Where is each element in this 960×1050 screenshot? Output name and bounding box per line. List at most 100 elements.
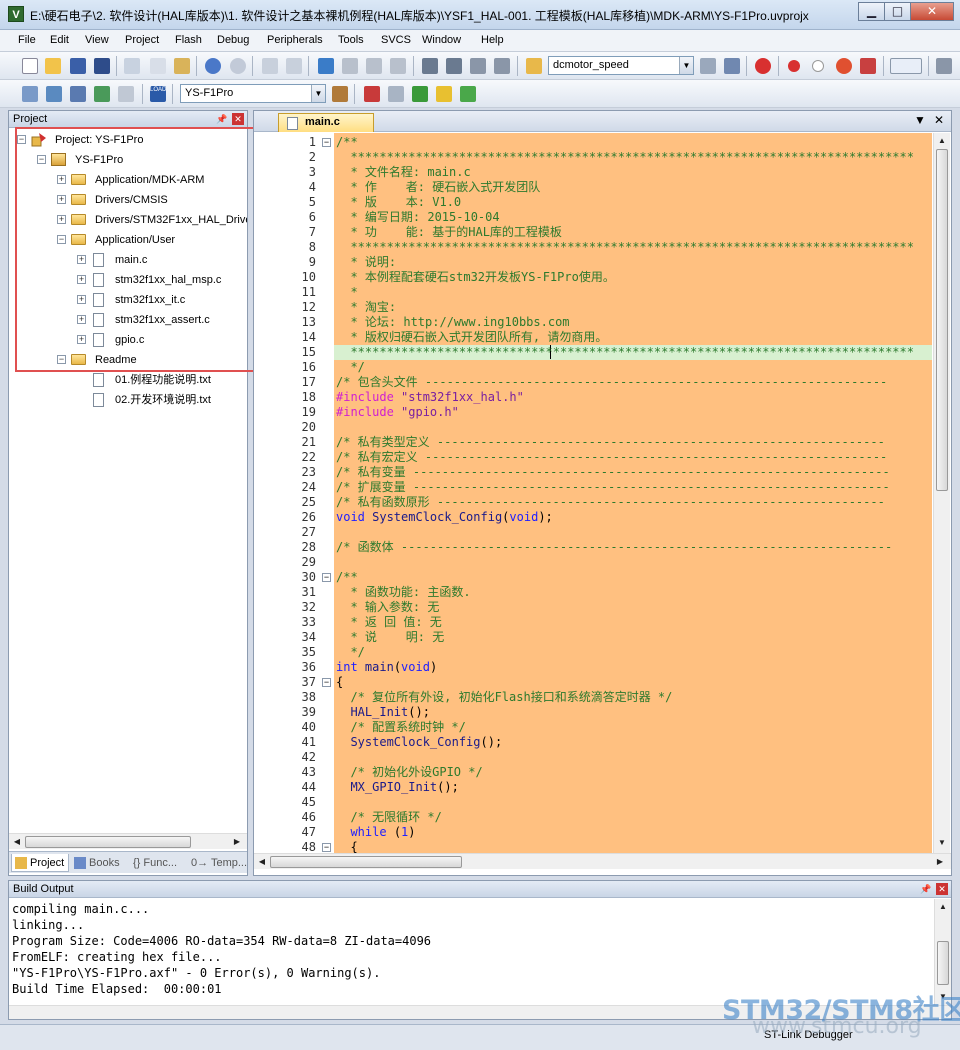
find-icon[interactable] bbox=[724, 58, 740, 74]
paste-icon[interactable] bbox=[174, 58, 190, 74]
select-packs-icon[interactable] bbox=[388, 86, 404, 102]
save-all-icon[interactable] bbox=[94, 58, 110, 74]
pack-installer-icon[interactable] bbox=[436, 86, 452, 102]
cut-icon[interactable] bbox=[124, 58, 140, 74]
menu-edit[interactable]: Edit bbox=[50, 34, 69, 46]
find-combo[interactable]: dcmotor_speed ▼ bbox=[548, 56, 694, 75]
translate-icon[interactable] bbox=[22, 86, 38, 102]
undo-icon[interactable] bbox=[205, 58, 221, 74]
scroll-left-icon[interactable]: ◀ bbox=[11, 836, 23, 848]
clear-bookmarks-icon[interactable] bbox=[390, 58, 406, 74]
fold-toggle-icon[interactable]: − bbox=[322, 843, 331, 852]
collapse-icon[interactable]: − bbox=[57, 355, 66, 364]
scroll-left-icon[interactable]: ◀ bbox=[256, 856, 268, 868]
wrench-icon[interactable] bbox=[936, 58, 952, 74]
target-combo[interactable]: YS-F1Pro ▼ bbox=[180, 84, 326, 103]
scroll-up-icon[interactable]: ▲ bbox=[937, 901, 949, 913]
window-layout-icon[interactable] bbox=[890, 58, 922, 74]
tab-books[interactable]: Books bbox=[71, 854, 129, 872]
rte-icon[interactable] bbox=[460, 86, 476, 102]
expand-icon[interactable]: + bbox=[57, 195, 66, 204]
pin-icon[interactable]: 📌 bbox=[920, 883, 932, 895]
tab-main-c[interactable]: main.c bbox=[278, 113, 374, 132]
keil-app-icon[interactable]: V bbox=[8, 6, 24, 22]
collapse-icon[interactable]: − bbox=[37, 155, 46, 164]
maximize-button[interactable]: □ bbox=[884, 2, 911, 21]
navigate-back-icon[interactable] bbox=[262, 58, 278, 74]
menu-help[interactable]: Help bbox=[481, 34, 504, 46]
target-options-icon[interactable] bbox=[332, 86, 348, 102]
panel-close-icon[interactable]: ✕ bbox=[232, 113, 244, 125]
code-area[interactable]: /** ************************************… bbox=[334, 133, 932, 853]
scroll-up-icon[interactable]: ▲ bbox=[936, 135, 948, 147]
comment-icon[interactable] bbox=[470, 58, 486, 74]
build-icon[interactable] bbox=[46, 86, 62, 102]
pin-icon[interactable]: 📌 bbox=[216, 113, 228, 125]
disable-all-breakpoints-icon[interactable] bbox=[836, 58, 852, 74]
save-icon[interactable] bbox=[70, 58, 86, 74]
menu-peripherals[interactable]: Peripherals bbox=[267, 34, 323, 46]
navigate-forward-icon[interactable] bbox=[286, 58, 302, 74]
expand-icon[interactable]: + bbox=[57, 215, 66, 224]
menu-file[interactable]: File bbox=[18, 34, 36, 46]
project-hscrollbar[interactable]: ◀ ▶ bbox=[9, 833, 247, 849]
find-in-files-icon[interactable] bbox=[526, 58, 542, 74]
indent-icon[interactable] bbox=[422, 58, 438, 74]
expand-icon[interactable]: + bbox=[77, 255, 86, 264]
unindent-icon[interactable] bbox=[446, 58, 462, 74]
kill-breakpoints-icon[interactable] bbox=[860, 58, 876, 74]
scroll-right-icon[interactable]: ▶ bbox=[934, 856, 946, 868]
start-debug-icon[interactable] bbox=[755, 58, 771, 74]
tab-list-dropdown-icon[interactable]: ▼ bbox=[914, 113, 926, 127]
scroll-thumb[interactable] bbox=[936, 149, 948, 491]
collapse-icon[interactable]: − bbox=[17, 135, 26, 144]
scroll-right-icon[interactable]: ▶ bbox=[231, 836, 243, 848]
menu-window[interactable]: Window bbox=[422, 34, 461, 46]
collapse-icon[interactable]: − bbox=[57, 235, 66, 244]
disable-breakpoint-icon[interactable] bbox=[812, 60, 824, 72]
prev-bookmark-icon[interactable] bbox=[342, 58, 358, 74]
menu-debug[interactable]: Debug bbox=[217, 34, 249, 46]
tab-functions[interactable]: {} Func... bbox=[129, 854, 187, 872]
batch-build-icon[interactable] bbox=[94, 86, 110, 102]
menu-project[interactable]: Project bbox=[125, 34, 159, 46]
menu-flash[interactable]: Flash bbox=[175, 34, 202, 46]
editor-hscrollbar[interactable]: ◀ ▶ bbox=[254, 853, 951, 869]
chevron-down-icon[interactable]: ▼ bbox=[679, 57, 693, 74]
rebuild-icon[interactable] bbox=[70, 86, 86, 102]
tab-templates[interactable]: 0→ Temp... bbox=[187, 854, 247, 872]
stop-build-icon[interactable] bbox=[118, 86, 134, 102]
editor-vscrollbar[interactable]: ▲ ▼ bbox=[933, 133, 950, 853]
expand-icon[interactable]: + bbox=[77, 295, 86, 304]
tab-project[interactable]: Project bbox=[11, 854, 69, 872]
bookmark-icon[interactable] bbox=[318, 58, 334, 74]
next-bookmark-icon[interactable] bbox=[366, 58, 382, 74]
fold-toggle-icon[interactable]: − bbox=[322, 138, 331, 147]
scroll-down-icon[interactable]: ▼ bbox=[936, 837, 948, 849]
scroll-thumb[interactable] bbox=[25, 836, 191, 848]
new-file-icon[interactable] bbox=[22, 58, 38, 74]
close-tab-icon[interactable]: ✕ bbox=[934, 113, 944, 127]
incremental-find-icon[interactable] bbox=[700, 58, 716, 74]
close-button[interactable]: ✕ bbox=[910, 2, 954, 21]
manage-project-items-icon[interactable] bbox=[364, 86, 380, 102]
expand-icon[interactable]: + bbox=[57, 175, 66, 184]
menu-svcs[interactable]: SVCS bbox=[381, 34, 411, 46]
panel-close-icon[interactable]: ✕ bbox=[936, 883, 948, 895]
fold-toggle-icon[interactable]: − bbox=[322, 573, 331, 582]
fold-toggle-icon[interactable]: − bbox=[322, 678, 331, 687]
scroll-thumb[interactable] bbox=[937, 941, 949, 985]
menu-view[interactable]: View bbox=[85, 34, 109, 46]
menu-tools[interactable]: Tools bbox=[338, 34, 364, 46]
chevron-down-icon[interactable]: ▼ bbox=[311, 85, 325, 102]
expand-icon[interactable]: + bbox=[77, 275, 86, 284]
load-icon[interactable]: LOAD bbox=[150, 86, 166, 102]
minimize-button[interactable]: ▁ bbox=[858, 2, 885, 21]
copy-icon[interactable] bbox=[150, 58, 166, 74]
manage-runtime-icon[interactable] bbox=[412, 86, 428, 102]
expand-icon[interactable]: + bbox=[77, 335, 86, 344]
scroll-thumb[interactable] bbox=[270, 856, 462, 868]
open-folder-icon[interactable] bbox=[45, 58, 61, 74]
uncomment-icon[interactable] bbox=[494, 58, 510, 74]
expand-icon[interactable]: + bbox=[77, 315, 86, 324]
